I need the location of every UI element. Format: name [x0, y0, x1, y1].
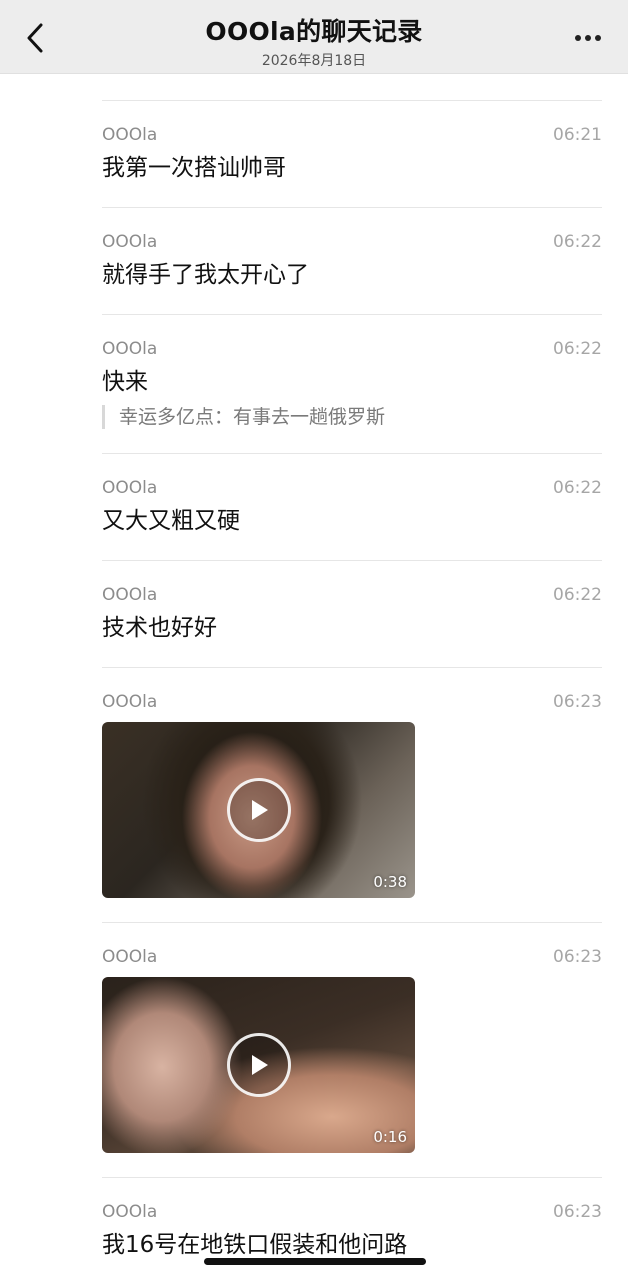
list-item[interactable]: OOOla 06:21 我第一次搭讪帅哥 [102, 100, 602, 207]
video-thumbnail[interactable]: 0:16 [102, 977, 415, 1153]
message-text: 技术也好好 [102, 615, 217, 641]
play-icon [252, 1055, 268, 1075]
play-button[interactable] [227, 1033, 291, 1097]
sender-name: OOOla [102, 125, 158, 145]
message-text: 又大又粗又硬 [102, 508, 240, 534]
sender-name: OOOla [102, 1202, 158, 1222]
message-list: OOOla 06:21 我第一次搭讪帅哥 OOOla 06:22 就得手了我太开… [102, 100, 602, 1284]
list-item[interactable]: OOOla 06:23 0:38 [102, 667, 602, 922]
video-duration: 0:16 [373, 1128, 407, 1146]
message-text: 我第一次搭讪帅哥 [102, 155, 286, 181]
list-item[interactable]: OOOla 06:23 0:16 [102, 922, 602, 1177]
list-item[interactable]: OOOla 06:22 技术也好好 [102, 560, 602, 667]
page-title: OOOla的聊天记录 [205, 17, 423, 46]
message-time: 06:22 [553, 585, 602, 605]
play-icon [252, 800, 268, 820]
message-text: 就得手了我太开心了 [102, 262, 309, 288]
list-item[interactable]: OOOla 06:22 又大又粗又硬 [102, 453, 602, 560]
video-thumbnail[interactable]: 0:38 [102, 722, 415, 898]
more-icon [595, 35, 601, 41]
more-button[interactable] [570, 24, 606, 52]
message-text: 快来 [102, 369, 148, 395]
list-item[interactable]: OOOla 06:22 快来 幸运多亿点：有事去一趟俄罗斯 [102, 314, 602, 453]
header-titles: OOOla的聊天记录 2026年8月18日 [0, 12, 628, 70]
message-time: 06:23 [553, 947, 602, 967]
sender-name: OOOla [102, 339, 158, 359]
sender-name: OOOla [102, 232, 158, 252]
message-time: 06:22 [553, 232, 602, 252]
sender-name: OOOla [102, 585, 158, 605]
page-subtitle-date: 2026年8月18日 [261, 53, 367, 69]
list-item[interactable]: OOOla 06:23 我16号在地铁口假装和他问路 [102, 1177, 602, 1284]
more-icon [575, 35, 581, 41]
message-time: 06:22 [553, 478, 602, 498]
message-text: 我16号在地铁口假装和他问路 [102, 1232, 408, 1258]
video-duration: 0:38 [373, 873, 407, 891]
message-time: 06:23 [553, 692, 602, 712]
sender-name: OOOla [102, 947, 158, 967]
more-icon [585, 35, 591, 41]
sender-name: OOOla [102, 478, 158, 498]
home-indicator[interactable] [204, 1258, 426, 1265]
navigation-bar: OOOla的聊天记录 2026年8月18日 [0, 0, 628, 74]
message-time: 06:23 [553, 1202, 602, 1222]
sender-name: OOOla [102, 692, 158, 712]
play-button[interactable] [227, 778, 291, 842]
quoted-message[interactable]: 幸运多亿点：有事去一趟俄罗斯 [102, 405, 602, 429]
message-time: 06:22 [553, 339, 602, 359]
list-item[interactable]: OOOla 06:22 就得手了我太开心了 [102, 207, 602, 314]
message-time: 06:21 [553, 125, 602, 145]
